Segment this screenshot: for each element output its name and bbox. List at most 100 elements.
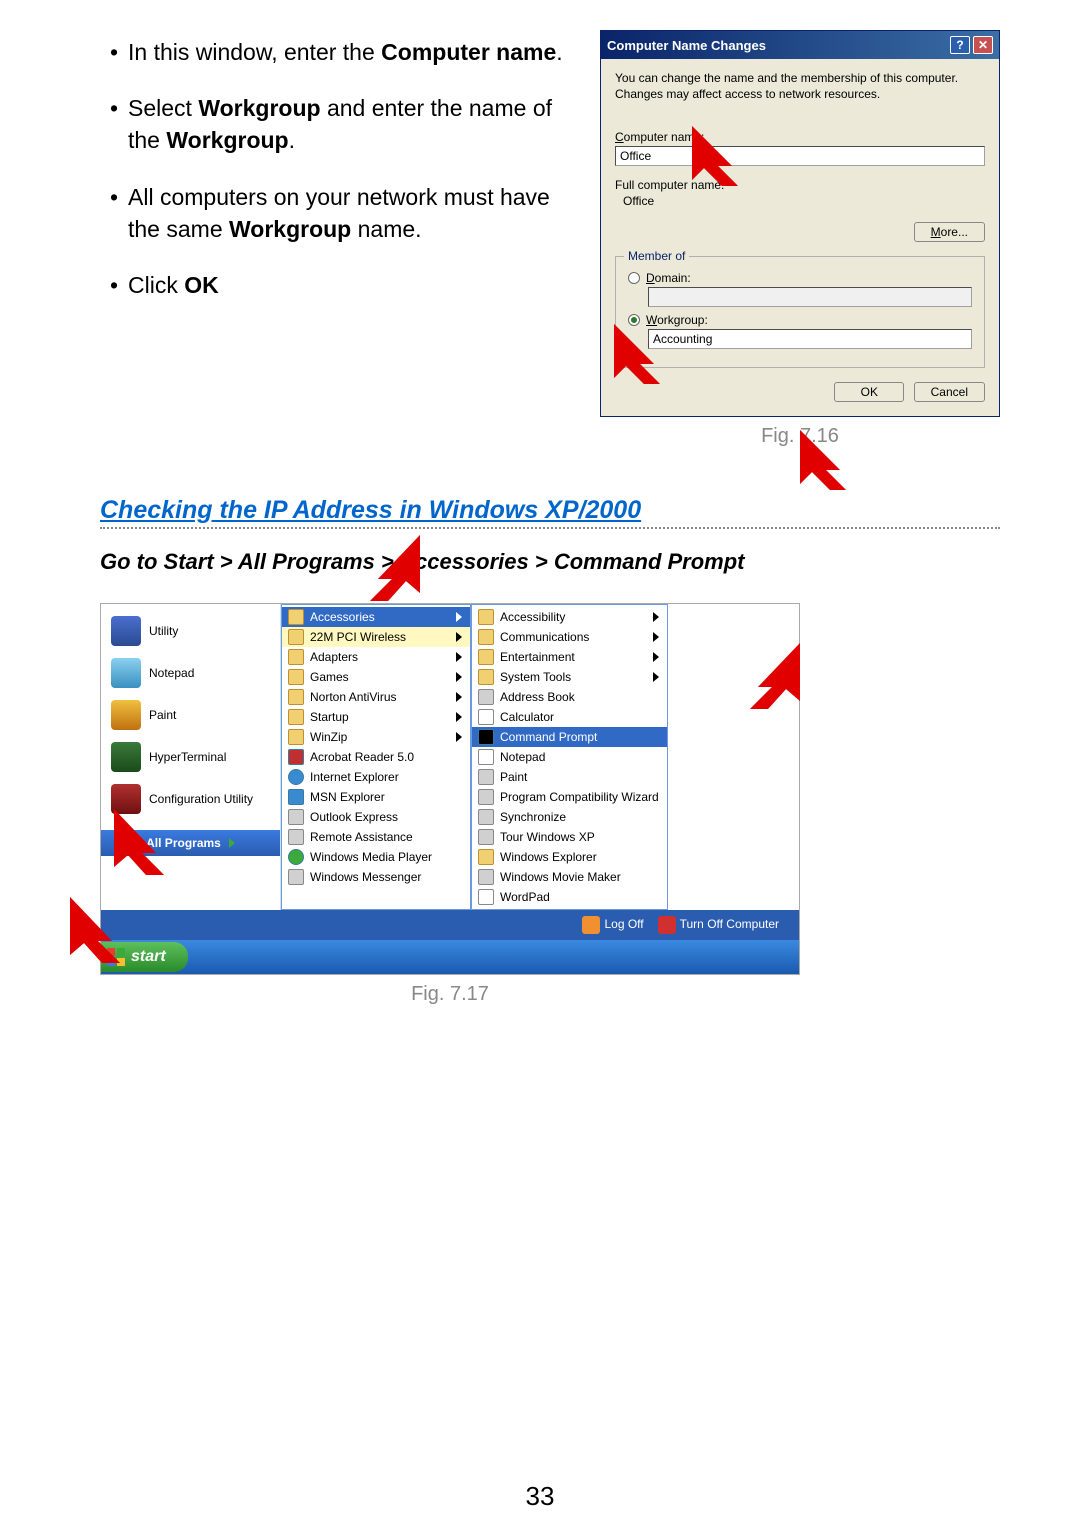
page-number: 33 [0, 1481, 1080, 1512]
figure-caption-1: Fig. 7.16 [600, 425, 1000, 448]
menu-item[interactable]: Remote Assistance [282, 827, 470, 847]
menu-label: Paint [500, 770, 527, 784]
chevron-right-icon [456, 672, 462, 682]
menu-item[interactable]: Address Book [472, 687, 667, 707]
close-button[interactable]: ✕ [973, 36, 993, 54]
menu-item[interactable]: Norton AntiVirus [282, 687, 470, 707]
menu-item[interactable]: Calculator [472, 707, 667, 727]
menu-item[interactable]: Communications [472, 627, 667, 647]
menu-label: 22M PCI Wireless [310, 630, 406, 644]
app-icon [288, 789, 304, 805]
pinned-item[interactable]: Paint [107, 694, 274, 736]
radio-checked-icon [628, 314, 640, 326]
folder-icon [288, 649, 304, 665]
pinned-item[interactable]: Utility [107, 610, 274, 652]
menu-label: Norton AntiVirus [310, 690, 397, 704]
folder-icon [288, 609, 304, 625]
chevron-right-icon [653, 652, 659, 662]
menu-label: Outlook Express [310, 810, 398, 824]
taskbar: start [101, 940, 799, 974]
menu-label: Acrobat Reader 5.0 [310, 750, 414, 764]
instruction-4: Click OK [110, 269, 580, 301]
domain-input[interactable] [648, 287, 972, 307]
turnoff-button[interactable]: Turn Off Computer [658, 916, 779, 934]
folder-icon [288, 689, 304, 705]
pinned-item[interactable]: HyperTerminal [107, 736, 274, 778]
menu-item[interactable]: Adapters [282, 647, 470, 667]
app-icon [288, 809, 304, 825]
member-of-group: Member of Domain: Workgroup: [615, 256, 985, 368]
chevron-right-icon [456, 612, 462, 622]
menu-item[interactable]: Windows Messenger [282, 867, 470, 887]
app-icon [111, 742, 141, 772]
programs-menu: Accessories 22M PCI Wireless Adapters Games… [281, 604, 471, 910]
workgroup-radio[interactable]: Workgroup: [628, 313, 972, 327]
instruction-2: Select Workgroup and enter the name of t… [110, 92, 580, 156]
menu-item[interactable]: Windows Movie Maker [472, 867, 667, 887]
menu-label: System Tools [500, 670, 571, 684]
menu-label: WinZip [310, 730, 347, 744]
menu-item[interactable]: Outlook Express [282, 807, 470, 827]
start-menu-screenshot: UtilityNotepadPaintHyperTerminalConfigur… [100, 603, 800, 975]
menu-item[interactable]: Synchronize [472, 807, 667, 827]
app-icon [478, 689, 494, 705]
accessories-menu: Accessibility CommunicationsEntertainment… [471, 604, 668, 910]
app-icon [288, 829, 304, 845]
pinned-item[interactable]: Configuration Utility [107, 778, 274, 820]
menu-item[interactable]: Tour Windows XP [472, 827, 667, 847]
figure-caption-2: Fig. 7.17 [100, 983, 800, 1006]
dialog-titlebar: Computer Name Changes ? ✕ [601, 31, 999, 59]
app-icon [478, 809, 494, 825]
windows-flag-icon [107, 948, 125, 966]
help-button[interactable]: ? [950, 36, 970, 54]
menu-label: Adapters [310, 650, 358, 664]
computer-name-input[interactable] [615, 146, 985, 166]
menu-item[interactable]: Windows Explorer [472, 847, 667, 867]
menu-label: Startup [310, 710, 349, 724]
chevron-right-icon [653, 672, 659, 682]
pinned-label: Utility [149, 624, 178, 638]
app-icon [288, 749, 304, 765]
menu-item[interactable]: WordPad [472, 887, 667, 907]
instruction-list: In this window, enter the Computer name.… [100, 30, 580, 448]
menu-label: Calculator [500, 710, 554, 724]
menu-item[interactable]: Entertainment [472, 647, 667, 667]
menu-item[interactable]: Accessibility [472, 607, 667, 627]
cancel-button[interactable]: Cancel [914, 382, 985, 402]
menu-item[interactable]: System Tools [472, 667, 667, 687]
menu-item[interactable]: Startup [282, 707, 470, 727]
start-button[interactable]: start [101, 942, 188, 972]
menu-item[interactable]: Paint [472, 767, 667, 787]
pinned-label: Notepad [149, 666, 194, 680]
pinned-item[interactable]: Notepad [107, 652, 274, 694]
workgroup-input[interactable] [648, 329, 972, 349]
menu-item[interactable]: Command Prompt [472, 727, 667, 747]
menu-item[interactable]: Internet Explorer [282, 767, 470, 787]
folder-icon [478, 649, 494, 665]
menu-item[interactable]: Program Compatibility Wizard [472, 787, 667, 807]
menu-label: Program Compatibility Wizard [500, 790, 659, 804]
menu-item[interactable]: 22M PCI Wireless [282, 627, 470, 647]
menu-label: Accessories [310, 610, 375, 624]
chevron-right-icon [456, 712, 462, 722]
menu-label: WordPad [500, 890, 550, 904]
menu-item[interactable]: Notepad [472, 747, 667, 767]
chevron-right-icon [456, 732, 462, 742]
all-programs-button[interactable]: All Programs [101, 830, 280, 856]
menu-item[interactable]: Acrobat Reader 5.0 [282, 747, 470, 767]
app-icon [111, 616, 141, 646]
ok-button[interactable]: OK [834, 382, 904, 402]
menu-item[interactable]: Windows Media Player [282, 847, 470, 867]
menu-item[interactable]: MSN Explorer [282, 787, 470, 807]
menu-label: Accessibility [500, 610, 565, 624]
menu-item[interactable]: Games [282, 667, 470, 687]
full-name-label: Full computer name: [615, 178, 985, 192]
logoff-button[interactable]: Log Off [582, 916, 643, 934]
more-button[interactable]: More... [914, 222, 985, 242]
menu-label: Internet Explorer [310, 770, 399, 784]
logoff-icon [582, 916, 600, 934]
domain-radio[interactable]: Domain: [628, 271, 972, 285]
chevron-right-icon [456, 692, 462, 702]
menu-item[interactable]: Accessories [282, 607, 470, 627]
menu-item[interactable]: WinZip [282, 727, 470, 747]
